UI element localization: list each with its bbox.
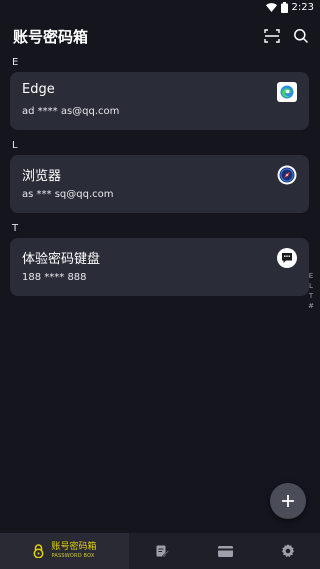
search-button[interactable] [291,26,311,46]
section-header-l: L [12,140,18,151]
index-letter[interactable]: T [305,291,317,301]
account-card-edge[interactable]: Edge ad **** as@qq.com [10,72,309,130]
password-box-tab[interactable]: 账号密码箱 PASSWORD BOX [0,533,129,569]
scan-button[interactable] [262,26,282,46]
account-credentials: 188 **** 888 [22,272,87,283]
app-bar: 账号密码箱 [0,18,320,54]
section-header-t: T [12,223,19,234]
battery-icon [280,2,288,13]
note-edit-icon [156,545,169,557]
status-time: 2:23 [291,2,314,13]
section-header-e: E [12,57,19,68]
wifi-icon [265,3,277,12]
status-bar: 2:23 [0,0,320,16]
brand-name: 账号密码箱 [51,542,97,552]
bottom-navigation: 账号密码箱 PASSWORD BOX [0,533,320,569]
alphabet-index-bar[interactable]: E L T # [305,271,317,311]
account-title: 浏览器 [22,169,62,184]
search-icon [294,29,309,44]
scan-icon [264,29,280,43]
settings-tab[interactable] [266,533,310,569]
page-title: 账号密码箱 [13,28,89,46]
index-letter[interactable]: L [305,281,317,291]
plus-icon [282,495,294,507]
account-credentials: ad **** as@qq.com [22,106,120,117]
brand-subtitle: PASSWORD BOX [51,553,95,559]
cards-tab[interactable] [203,533,247,569]
account-card-browser[interactable]: 浏览器 as *** sq@qq.com [10,155,309,213]
edge-logo-icon [277,82,297,102]
card-icon [217,545,233,557]
lock-icon [34,544,44,558]
account-title: Edge [22,82,55,97]
notes-tab[interactable] [140,533,184,569]
gear-icon [281,544,295,558]
account-card-keyboard[interactable]: 体验密码键盘 188 **** 888 [10,238,309,296]
index-letter[interactable]: # [305,301,317,311]
account-credentials: as *** sq@qq.com [22,189,114,200]
add-account-button[interactable] [270,483,306,519]
index-letter[interactable]: E [305,271,317,281]
account-title: 体验密码键盘 [22,252,101,267]
compass-logo-icon [277,165,297,185]
keyboard-chat-logo-icon [277,248,297,268]
